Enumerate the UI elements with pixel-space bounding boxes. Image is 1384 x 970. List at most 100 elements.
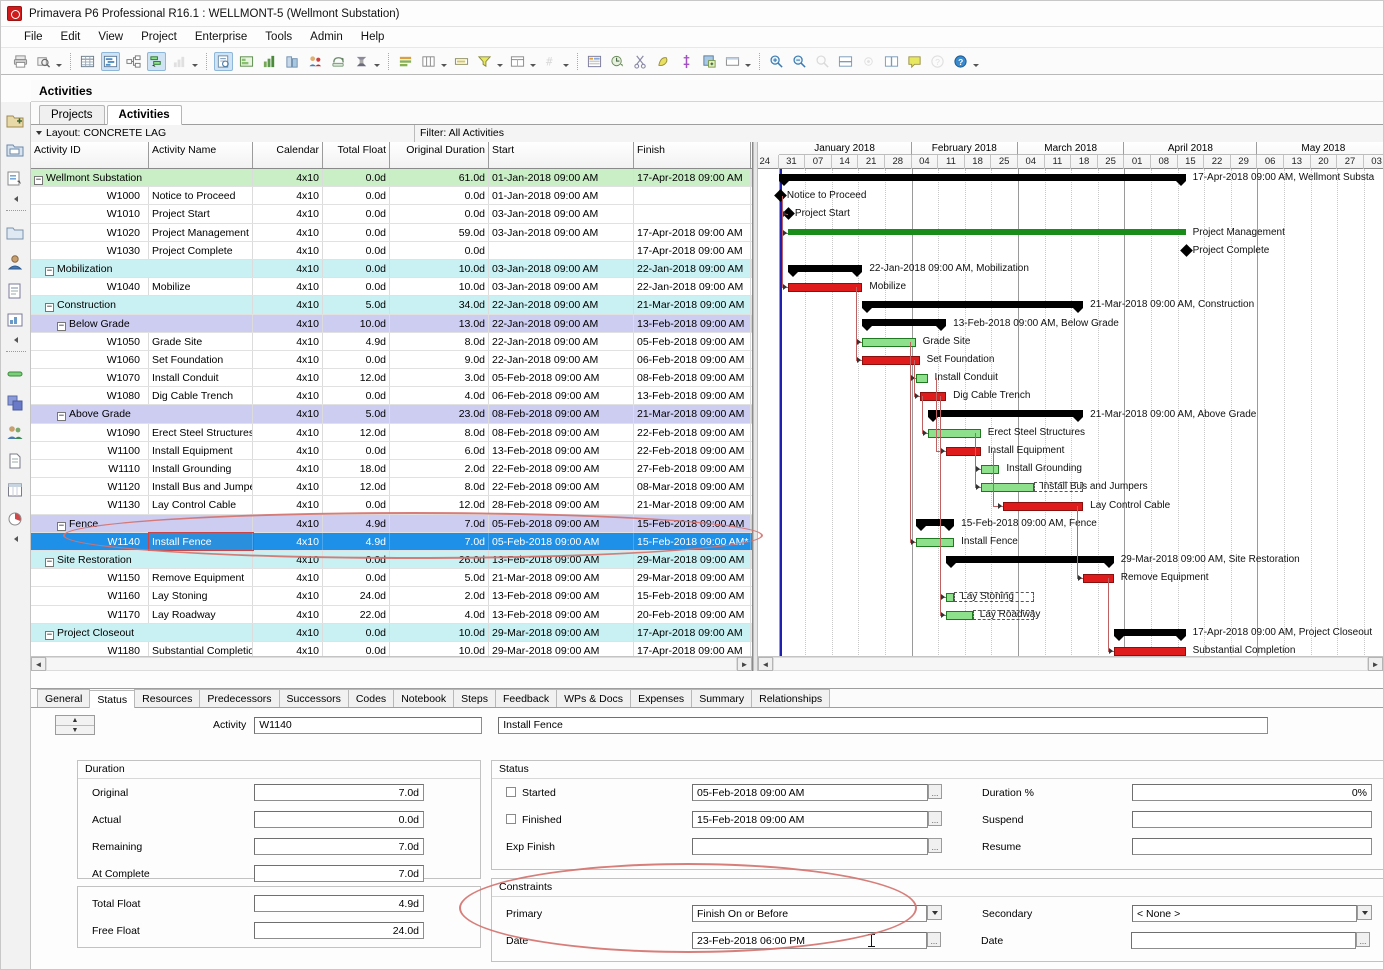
assign-resources-icon[interactable] <box>306 52 325 71</box>
stepper-down-icon[interactable]: ▼ <box>56 725 94 734</box>
finished-date-picker-button[interactable]: ... <box>928 811 942 826</box>
table-row[interactable]: W1050 Grade Site 4x10 4.9d 8.0d 22-Jan-2018 0… <box>31 332 752 351</box>
filter-dropdown-caret[interactable] <box>496 53 504 70</box>
gantt-task-bar[interactable] <box>946 610 973 620</box>
column-header-activity-name[interactable]: Activity Name <box>149 142 253 168</box>
view-dropdown-caret[interactable] <box>191 53 199 70</box>
detail-tab-steps[interactable]: Steps <box>453 689 496 707</box>
column-header-original-duration[interactable]: Original Duration <box>390 142 489 168</box>
rail-expand-arrow[interactable] <box>13 536 18 542</box>
relationships-icon[interactable] <box>677 52 696 71</box>
wbs-rail-icon[interactable] <box>6 224 25 243</box>
resources-rail-icon[interactable] <box>6 253 25 272</box>
open-project-icon[interactable] <box>6 141 25 160</box>
add-activity-icon[interactable] <box>700 52 719 71</box>
timescale-icon[interactable] <box>508 52 527 71</box>
gantt-task-bar[interactable] <box>915 374 928 384</box>
group-sort-icon[interactable] <box>419 52 438 71</box>
details-dropdown-caret[interactable] <box>744 53 752 70</box>
risks-rail-icon[interactable] <box>6 510 25 529</box>
collapse-expander-icon[interactable]: − <box>57 521 66 531</box>
notebook-icon[interactable] <box>654 52 673 71</box>
table-row-wbs[interactable]: − Construction 4x10 5.0d 34.0d 22-Jan-2018 09… <box>31 296 752 315</box>
menu-project[interactable]: Project <box>132 29 186 45</box>
zoom-in-icon[interactable] <box>767 52 786 71</box>
reports-rail-icon[interactable] <box>6 282 25 301</box>
spreadsheet-icon[interactable] <box>585 52 604 71</box>
table-row-wbs[interactable]: − Project Closeout 4x10 0.0d 10.0d 29-Mar-201… <box>31 623 752 642</box>
team-rail-icon[interactable] <box>6 423 25 442</box>
bars-rail-icon[interactable] <box>6 365 25 384</box>
resume-field[interactable] <box>1132 838 1372 855</box>
secondary-constraint-date-field[interactable] <box>1131 932 1356 949</box>
progress-spotlight-icon[interactable] <box>608 52 627 71</box>
table-row[interactable]: W1030 Project Complete 4x10 0.0d 0.0d 17-Apr-… <box>31 241 752 260</box>
bars-icon[interactable] <box>452 52 471 71</box>
finished-checkbox[interactable] <box>506 813 516 824</box>
table-row[interactable]: W1010 Project Start 4x10 0.0d 0.0d 03-Jan-201… <box>31 205 752 224</box>
print-dropdown-caret[interactable] <box>55 53 63 70</box>
gantt-task-bar[interactable] <box>980 483 1034 493</box>
secondary-constraint-field[interactable]: < None > <box>1132 905 1357 922</box>
free-float-field[interactable]: 24.0d <box>254 922 424 939</box>
menu-help[interactable]: Help <box>352 29 394 45</box>
scroll-right-arrow[interactable]: ► <box>737 657 752 671</box>
primary-constraint-date-picker-button[interactable]: ... <box>927 932 941 947</box>
menu-edit[interactable]: Edit <box>52 29 90 45</box>
detail-tab-summary[interactable]: Summary <box>691 689 753 707</box>
detail-tab-general[interactable]: General <box>37 689 91 707</box>
table-row-wbs[interactable]: − Site Restoration 4x10 0.0d 26.0d 13-Feb-201… <box>31 550 752 570</box>
tracking-rail-icon[interactable] <box>6 311 25 330</box>
table-row-wbs[interactable]: − Below Grade 4x10 10.0d 13.0d 22-Jan-2018 09… <box>31 314 752 333</box>
detail-tab-codes[interactable]: Codes <box>347 689 395 707</box>
table-row-selected[interactable]: W1140 Install Fence 4x10 4.9d 7.0d 05-Feb-201… <box>31 531 752 551</box>
trace-logic-icon[interactable] <box>147 51 166 71</box>
gantt-summary-bar[interactable] <box>915 519 955 532</box>
menu-file[interactable]: File <box>15 29 52 45</box>
detail-tab-resources[interactable]: Resources <box>134 689 201 707</box>
table-row-wbs[interactable]: − Mobilization 4x10 0.0d 10.0d 03-Jan-2018 09… <box>31 259 752 279</box>
menu-view[interactable]: View <box>89 29 132 45</box>
table-row[interactable]: W1130 Lay Control Cable 4x10 0.0d 12.0d 28-Fe… <box>31 496 752 515</box>
tab-activities[interactable]: Activities <box>106 105 182 125</box>
exp-finish-date-picker-button[interactable]: ... <box>928 838 942 853</box>
layout-selector[interactable]: Layout: CONCRETE LAG <box>31 124 415 142</box>
help-dropdown-caret[interactable] <box>972 53 980 70</box>
detail-tab-relationships[interactable]: Relationships <box>751 689 831 707</box>
gantt-critical-bar[interactable] <box>1003 501 1084 511</box>
layouts-rail-icon[interactable] <box>6 394 25 413</box>
comment-icon[interactable] <box>905 52 924 71</box>
column-header-activity-id[interactable]: Activity ID <box>31 142 149 168</box>
split-vertical-icon[interactable] <box>882 52 901 71</box>
cut-icon[interactable] <box>631 52 650 71</box>
activity-name-field[interactable]: Install Fence <box>498 716 1269 734</box>
help-icon[interactable]: ? <box>951 52 970 71</box>
table-row[interactable]: W1060 Set Foundation 4x10 0.0d 9.0d 22-Jan-20… <box>31 350 752 370</box>
gantt-critical-bar[interactable] <box>787 283 863 293</box>
filter-icon[interactable] <box>475 52 494 71</box>
gantt-horizontal-scrollbar[interactable]: ◄ ► <box>758 656 1383 671</box>
split-horizontal-icon[interactable] <box>836 52 855 71</box>
original-duration-field[interactable]: 7.0d <box>254 784 424 801</box>
exp-finish-field[interactable] <box>692 838 928 855</box>
primary-constraint-field[interactable]: Finish On or Before <box>692 905 927 922</box>
collapse-expander-icon[interactable]: − <box>45 303 54 313</box>
detail-tab-successors[interactable]: Successors <box>278 689 349 707</box>
print-icon[interactable] <box>11 52 30 71</box>
gantt-task-bar[interactable] <box>862 337 916 347</box>
table-row-wbs[interactable]: − Above Grade 4x10 5.0d 23.0d 08-Feb-2018 09:… <box>31 405 752 424</box>
table-row[interactable]: W1020 Project Management 4x10 0.0d 59.0d 03-J… <box>31 223 752 242</box>
actual-duration-field[interactable]: 0.0d <box>254 811 424 828</box>
collapse-expander-icon[interactable]: − <box>45 630 54 640</box>
primary-constraint-date-field[interactable]: 23-Feb-2018 06:00 PM <box>692 932 927 949</box>
wbs-icon[interactable] <box>237 52 256 71</box>
gantt-summary-bar[interactable] <box>862 300 1084 313</box>
detail-tab-predecessors[interactable]: Predecessors <box>199 689 280 707</box>
collapse-expander-icon[interactable]: − <box>34 176 43 185</box>
table-row[interactable]: W1090 Erect Steel Structures 4x10 12.0d 8.0d… <box>31 423 752 442</box>
detail-tab-feedback[interactable]: Feedback <box>495 689 558 707</box>
collapse-expander-icon[interactable]: − <box>45 557 54 567</box>
filter-selector[interactable]: Filter: All Activities <box>415 124 1383 142</box>
menu-enterprise[interactable]: Enterprise <box>186 29 256 45</box>
menu-admin[interactable]: Admin <box>301 29 352 45</box>
